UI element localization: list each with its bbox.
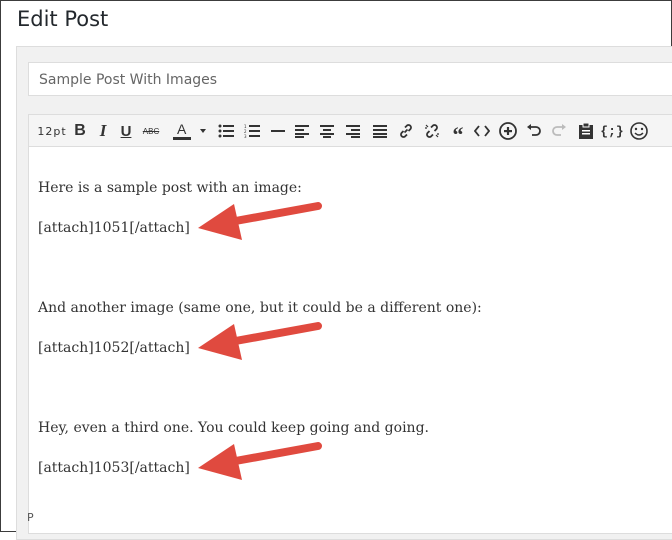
font-size-selector[interactable]: 12pt xyxy=(36,119,68,143)
page-title: Edit Post xyxy=(17,7,109,31)
blockquote-icon[interactable]: “ xyxy=(447,119,469,147)
paragraph: Hey, even a third one. You could keep go… xyxy=(38,420,429,436)
horizontal-line-icon[interactable] xyxy=(267,119,289,143)
undo-icon[interactable] xyxy=(523,119,545,143)
text-color-icon[interactable]: A xyxy=(167,119,207,143)
paste-icon[interactable] xyxy=(575,119,597,143)
align-left-icon[interactable] xyxy=(291,119,313,143)
italic-icon[interactable]: I xyxy=(92,119,114,143)
numbered-list-icon[interactable]: 1 2 3 xyxy=(241,119,263,143)
rich-text-editor: 12pt B I U ABC A 1 2 3 “ {;} Here is a s… xyxy=(28,114,672,534)
editor-toolbar: 12pt B I U ABC A 1 2 3 “ {;} xyxy=(29,115,672,147)
svg-text:3: 3 xyxy=(244,134,247,138)
code-icon[interactable] xyxy=(471,119,493,143)
redo-icon[interactable] xyxy=(548,119,570,143)
underline-icon[interactable]: U xyxy=(115,119,137,143)
bullet-list-icon[interactable] xyxy=(215,119,237,143)
attachment-shortcode: [attach]1052[/attach] xyxy=(38,340,190,356)
emoji-icon[interactable] xyxy=(627,119,651,143)
paragraph: And another image (same one, but it coul… xyxy=(38,300,482,316)
paragraph: Here is a sample post with an image: xyxy=(38,180,302,196)
align-right-icon[interactable] xyxy=(342,119,364,143)
arrow-annotation-icon xyxy=(198,322,322,360)
svg-text:A: A xyxy=(177,121,187,137)
insert-icon[interactable] xyxy=(497,119,519,143)
editor-content-area[interactable]: Here is a sample post with an image: [at… xyxy=(29,148,672,535)
arrow-annotation-icon xyxy=(198,442,322,480)
strikethrough-icon[interactable]: ABC xyxy=(139,119,163,143)
arrow-annotation-icon xyxy=(198,202,322,240)
attachment-shortcode: [attach]1053[/attach] xyxy=(38,460,190,476)
shortcode-icon[interactable]: {;} xyxy=(599,119,625,143)
unlink-icon[interactable] xyxy=(421,119,443,143)
attachment-shortcode: [attach]1051[/attach] xyxy=(38,220,190,236)
align-center-icon[interactable] xyxy=(316,119,338,143)
element-path-status: P xyxy=(27,511,34,524)
post-title-input[interactable]: Sample Post With Images xyxy=(28,62,672,96)
justify-icon[interactable] xyxy=(369,119,391,143)
link-icon[interactable] xyxy=(395,119,417,143)
bold-icon[interactable]: B xyxy=(69,119,91,143)
